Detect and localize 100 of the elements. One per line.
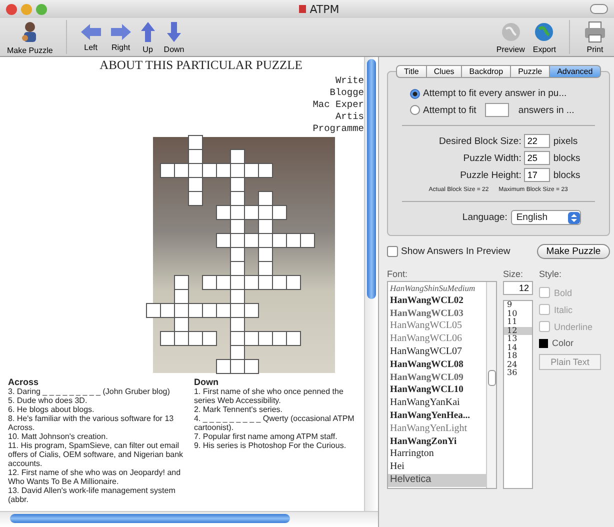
toolbar-preview-button[interactable]: Preview bbox=[493, 20, 528, 54]
color-label: Color bbox=[552, 338, 574, 348]
tab[interactable]: Advanced bbox=[550, 65, 601, 78]
option-label: answers in ... bbox=[518, 104, 574, 116]
size-list-item[interactable]: 12 bbox=[504, 326, 532, 335]
dropdown-arrows-icon bbox=[568, 212, 580, 224]
unit-label: pixels bbox=[553, 136, 579, 146]
clue-text: 7. Popular first name among ATPM staff. bbox=[194, 432, 338, 441]
scroll-thumb[interactable] bbox=[488, 370, 496, 386]
answers-count-field[interactable] bbox=[485, 103, 510, 117]
checkbox[interactable] bbox=[387, 246, 398, 257]
clue-heading: Across bbox=[8, 377, 40, 387]
globe-icon bbox=[500, 20, 522, 42]
field-label: Puzzle Height: bbox=[459, 170, 522, 180]
credit-line: Artis bbox=[335, 111, 364, 123]
font-list-item[interactable]: HanWangWCL10 bbox=[388, 384, 486, 398]
toolbar-print-button[interactable]: Print bbox=[580, 20, 610, 54]
make-puzzle-button[interactable]: Make Puzzle bbox=[537, 244, 610, 259]
clue-text: 5. Dude who does 3D. bbox=[8, 396, 88, 405]
minimize-button[interactable] bbox=[21, 4, 32, 14]
scroll-thumb[interactable] bbox=[10, 514, 290, 523]
size-list-item[interactable]: 36 bbox=[504, 369, 532, 378]
checkbox-label: Bold bbox=[554, 288, 572, 298]
font-list-item[interactable]: HanWangWCL07 bbox=[388, 346, 486, 359]
font-list-item[interactable]: HanWangShinSuMedium bbox=[388, 282, 486, 295]
checkbox-label: Italic bbox=[554, 304, 573, 314]
radio-button[interactable] bbox=[410, 105, 420, 115]
close-button[interactable] bbox=[6, 4, 17, 14]
toolbar-down-button[interactable]: Down bbox=[160, 20, 188, 54]
printer-icon bbox=[583, 20, 607, 42]
field-label: Puzzle Width: bbox=[462, 152, 522, 164]
zoom-button[interactable] bbox=[36, 4, 47, 14]
tab[interactable]: Backdrop bbox=[462, 65, 512, 78]
clue-text: 12. First name of she who was on Jeopardy! and Who Wants To Be A Millionaire. bbox=[8, 468, 182, 486]
globe-icon bbox=[533, 20, 556, 42]
toolbar-export-button[interactable]: Export bbox=[530, 20, 559, 54]
unit-label: blocks bbox=[553, 170, 582, 180]
horizontal-scrollbar[interactable] bbox=[0, 511, 378, 527]
document-icon bbox=[298, 4, 307, 14]
font-list-item[interactable]: HanWangWCL03 bbox=[388, 308, 486, 320]
credit-line: Blogge bbox=[330, 87, 364, 99]
clue-text: 1. First name of she who once penned the series Web Accessibility. bbox=[194, 387, 344, 405]
color-swatch[interactable] bbox=[539, 338, 548, 348]
size-field[interactable]: 12 bbox=[503, 281, 533, 295]
font-list-item[interactable]: HanWangZonYi bbox=[388, 436, 486, 448]
field-label: Desired Block Size: bbox=[438, 136, 522, 146]
font-list-item[interactable]: HanWangWCL02 bbox=[388, 294, 486, 308]
checkbox-label: Underline bbox=[554, 322, 593, 332]
size-list-item[interactable]: 14 bbox=[504, 344, 532, 352]
clue-text: 6. He blogs about blogs. bbox=[8, 405, 96, 414]
size-list-item[interactable]: 13 bbox=[504, 335, 532, 344]
tab[interactable]: Title bbox=[396, 65, 427, 78]
toolbar-up-button[interactable]: Up bbox=[136, 20, 159, 54]
left-arrow-icon bbox=[80, 22, 102, 40]
font-list-item[interactable]: HanWangYenHea... bbox=[388, 410, 486, 423]
credit-line: Write bbox=[335, 75, 364, 87]
number-field[interactable]: 22 bbox=[524, 134, 550, 148]
font-list-item[interactable]: HanWangYanKai bbox=[388, 397, 486, 410]
clue-text: 8. He's familiar with the various software for 13 Across. bbox=[8, 414, 175, 432]
font-list-item[interactable]: HanWangWCL06 bbox=[388, 333, 486, 346]
font-list-item[interactable]: Helvetica bbox=[388, 474, 486, 487]
option-label: Attempt to fit bbox=[423, 104, 476, 116]
toolbar-toggle-button[interactable] bbox=[590, 4, 608, 14]
option-label: Attempt to fit every answer in pu... bbox=[423, 88, 567, 99]
font-list-item[interactable]: HanWangYenLight bbox=[388, 422, 486, 436]
size-list-item[interactable]: 24 bbox=[504, 360, 532, 369]
right-arrow-icon bbox=[110, 22, 132, 40]
clue-text: 3. Daring _ _ _ _ _ _ _ _ _ (John Gruber blog) bbox=[8, 387, 171, 396]
style-label: Style: bbox=[539, 269, 563, 281]
font-list-item[interactable]: HanWangWCL09 bbox=[388, 372, 486, 384]
font-list-item[interactable]: HanWangWCL05 bbox=[388, 320, 486, 334]
tab[interactable]: Clues bbox=[426, 65, 462, 78]
number-field[interactable]: 25 bbox=[524, 151, 550, 165]
vertical-scrollbar[interactable] bbox=[364, 57, 378, 511]
toolbar-left-button[interactable]: Left bbox=[76, 22, 105, 52]
clue-text: 4. _ _ _ _ _ _ _ _ _ Qwerty (occasional ATPM cartoonist). bbox=[194, 414, 356, 432]
size-list-item[interactable]: 18 bbox=[504, 352, 532, 360]
credit-line: Mac Exper bbox=[312, 99, 364, 111]
font-list-item[interactable]: HanWangWCL08 bbox=[388, 358, 486, 372]
font-label: Font: bbox=[387, 269, 409, 281]
scroll-thumb[interactable] bbox=[367, 59, 376, 299]
font-list-scrollbar[interactable] bbox=[486, 282, 496, 488]
size-label: Size: bbox=[503, 269, 524, 281]
language-dropdown[interactable]: English bbox=[511, 210, 582, 225]
font-list-item[interactable]: Harrington bbox=[388, 448, 486, 462]
checkbox-label: Show Answers In Preview bbox=[401, 246, 510, 257]
font-list-item[interactable]: Hei bbox=[388, 461, 486, 474]
size-list-item[interactable]: 11 bbox=[504, 318, 532, 326]
tab[interactable]: Puzzle bbox=[511, 65, 550, 78]
clue-text: 10. Matt Johnson's creation. bbox=[8, 432, 109, 441]
clue-text: 9. His series is Photoshop For the Curious. bbox=[194, 441, 348, 450]
field-label: Language: bbox=[461, 212, 508, 223]
toolbar-puzzle-button[interactable]: Make Puzzle bbox=[4, 20, 56, 54]
size-list-item[interactable]: 9 bbox=[504, 301, 532, 310]
number-field[interactable]: 17 bbox=[524, 168, 550, 182]
size-list-item[interactable]: 10 bbox=[504, 310, 532, 318]
credit-line: Programme bbox=[312, 123, 364, 135]
radio-button[interactable] bbox=[410, 88, 420, 98]
toolbar-right-button[interactable]: Right bbox=[106, 22, 135, 52]
window-title: ATPM bbox=[310, 2, 340, 16]
